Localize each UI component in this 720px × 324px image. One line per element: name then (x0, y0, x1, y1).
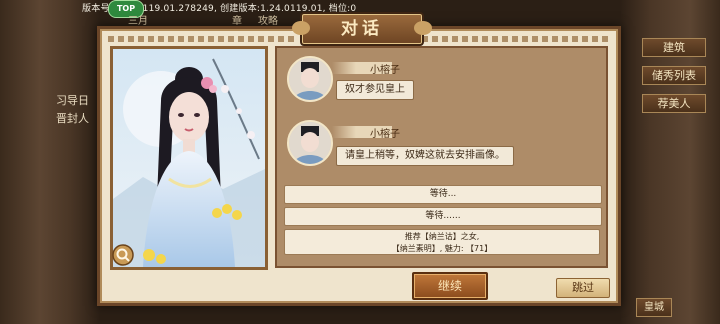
speaker-avatar[interactable] (287, 56, 333, 102)
speaker-avatar[interactable] (287, 120, 333, 166)
recommendation-line-2: 【纳兰素明】, 魅力: 【71】 (391, 244, 493, 253)
left-item-promote[interactable]: 晋封人 (56, 110, 89, 126)
dialog-title-bar: 对话 (292, 12, 432, 46)
skip-button[interactable]: 跳过 (556, 278, 610, 298)
eunuch-avatar-icon (289, 122, 331, 164)
message-bubble: 请皇上稍等，奴婢这就去安排画像。 (336, 146, 514, 166)
speaker-name: 小榕子 (370, 65, 400, 76)
top-tab-chapter[interactable]: 章 (232, 12, 242, 27)
side-tab-recommend[interactable]: 荐美人 (642, 94, 706, 113)
option-wait-2[interactable]: 等待...... (284, 207, 602, 226)
title-ornament-left (108, 36, 298, 42)
side-tab-xiunv-list[interactable]: 储秀列表 (642, 66, 706, 85)
bottom-right-button[interactable]: 皇城 (636, 298, 672, 317)
portrait-image (113, 49, 265, 267)
dialog-title: 对话 (341, 19, 383, 39)
option-wait-1[interactable]: 等待... (284, 185, 602, 204)
portrait-card (110, 46, 268, 270)
left-item-guide[interactable]: 习导日 (56, 92, 89, 108)
title-ornament-right (422, 36, 612, 42)
top-tab-guide[interactable]: 攻略 (258, 12, 278, 27)
message-bubble: 奴才参见皇上 (336, 80, 414, 100)
recommendation-line-1: 推荐【纳兰诂】之女, (404, 232, 480, 241)
zoom-icon[interactable] (112, 244, 134, 266)
speaker-name: 小榕子 (370, 129, 400, 140)
continue-button[interactable]: 继续 (412, 272, 488, 300)
top-tab-march[interactable]: 三月 (128, 12, 148, 27)
side-tab-building[interactable]: 建筑 (642, 38, 706, 57)
recommendation-text: 推荐【纳兰诂】之女, 【纳兰素明】, 魅力: 【71】 (284, 229, 600, 255)
eunuch-avatar-icon (289, 58, 331, 100)
